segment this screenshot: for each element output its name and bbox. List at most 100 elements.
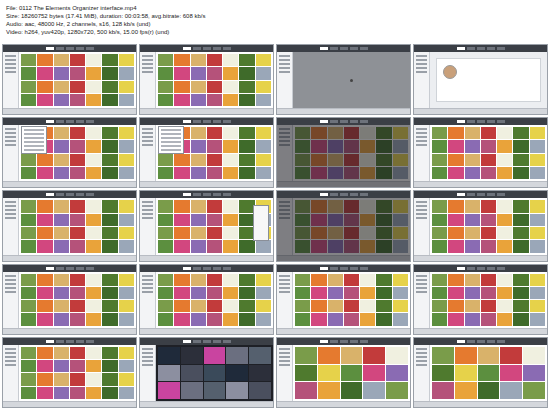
photo[interactable] bbox=[249, 365, 271, 382]
sidebar-item[interactable] bbox=[416, 144, 427, 146]
photo[interactable] bbox=[21, 54, 36, 66]
photo[interactable] bbox=[70, 300, 85, 312]
menu-item[interactable] bbox=[24, 133, 44, 135]
top-tab[interactable] bbox=[223, 120, 231, 123]
photo[interactable] bbox=[448, 154, 463, 166]
photo[interactable] bbox=[481, 287, 496, 299]
top-tab[interactable] bbox=[320, 120, 328, 123]
sidebar-item[interactable] bbox=[142, 287, 153, 289]
photo[interactable] bbox=[102, 127, 117, 139]
photo[interactable] bbox=[37, 373, 52, 385]
photo[interactable] bbox=[448, 300, 463, 312]
sidebar-item[interactable] bbox=[279, 283, 290, 285]
photo[interactable] bbox=[21, 67, 36, 79]
photo[interactable] bbox=[311, 287, 326, 299]
top-tab[interactable] bbox=[350, 267, 358, 270]
photo[interactable] bbox=[465, 154, 480, 166]
photo[interactable] bbox=[158, 67, 173, 79]
photo[interactable] bbox=[207, 227, 222, 239]
top-tab[interactable] bbox=[457, 47, 465, 50]
sidebar-item[interactable] bbox=[142, 63, 153, 65]
photo[interactable] bbox=[21, 81, 36, 93]
photo[interactable] bbox=[432, 214, 447, 226]
sidebar-item[interactable] bbox=[416, 71, 427, 73]
photo[interactable] bbox=[37, 54, 52, 66]
photo[interactable] bbox=[448, 167, 463, 179]
sidebar-item[interactable] bbox=[142, 275, 153, 277]
photo[interactable] bbox=[226, 347, 248, 364]
photo[interactable] bbox=[37, 287, 52, 299]
photo[interactable] bbox=[318, 365, 340, 382]
photo[interactable] bbox=[465, 287, 480, 299]
menu-item[interactable] bbox=[24, 137, 44, 139]
photo[interactable] bbox=[54, 154, 69, 166]
top-tab[interactable] bbox=[340, 267, 348, 270]
photo[interactable] bbox=[86, 360, 101, 372]
sidebar-item[interactable] bbox=[416, 140, 427, 142]
sidebar-item[interactable] bbox=[5, 55, 16, 57]
photo[interactable] bbox=[174, 154, 189, 166]
photo[interactable] bbox=[432, 227, 447, 239]
photo[interactable] bbox=[119, 373, 134, 385]
photo[interactable] bbox=[497, 167, 512, 179]
photo[interactable] bbox=[311, 274, 326, 286]
photo[interactable] bbox=[249, 382, 271, 399]
photo[interactable] bbox=[54, 240, 69, 252]
photo[interactable] bbox=[256, 140, 271, 152]
photo[interactable] bbox=[191, 127, 206, 139]
photo[interactable] bbox=[86, 140, 101, 152]
photo[interactable] bbox=[119, 240, 134, 252]
top-tab[interactable] bbox=[340, 120, 348, 123]
top-tab[interactable] bbox=[76, 340, 84, 343]
menu-item[interactable] bbox=[24, 129, 44, 131]
top-tab[interactable] bbox=[350, 193, 358, 196]
photo[interactable] bbox=[119, 54, 134, 66]
photo[interactable] bbox=[432, 274, 447, 286]
photo[interactable] bbox=[223, 127, 238, 139]
photo[interactable] bbox=[497, 240, 512, 252]
photo[interactable] bbox=[54, 373, 69, 385]
photo[interactable] bbox=[363, 382, 385, 399]
photo[interactable] bbox=[191, 154, 206, 166]
photo[interactable] bbox=[191, 274, 206, 286]
top-tab[interactable] bbox=[46, 340, 54, 343]
photo[interactable] bbox=[523, 382, 545, 399]
photo[interactable] bbox=[70, 287, 85, 299]
sidebar-item[interactable] bbox=[142, 205, 153, 207]
sidebar-item[interactable] bbox=[142, 71, 153, 73]
sidebar-item[interactable] bbox=[416, 287, 427, 289]
photo[interactable] bbox=[119, 200, 134, 212]
photo[interactable] bbox=[223, 67, 238, 79]
photo[interactable] bbox=[465, 214, 480, 226]
photo[interactable] bbox=[432, 127, 447, 139]
photo[interactable] bbox=[86, 347, 101, 359]
photo[interactable] bbox=[174, 167, 189, 179]
top-tab[interactable] bbox=[66, 47, 74, 50]
top-tab[interactable] bbox=[467, 193, 475, 196]
top-tab[interactable] bbox=[183, 47, 191, 50]
photo[interactable] bbox=[102, 140, 117, 152]
photo[interactable] bbox=[37, 227, 52, 239]
sidebar-item[interactable] bbox=[416, 59, 427, 61]
photo[interactable] bbox=[239, 313, 254, 325]
photo[interactable] bbox=[376, 300, 391, 312]
top-tab[interactable] bbox=[487, 193, 495, 196]
photo[interactable] bbox=[239, 240, 254, 252]
photo[interactable] bbox=[174, 240, 189, 252]
sidebar-item[interactable] bbox=[5, 132, 16, 134]
sidebar-item[interactable] bbox=[142, 128, 153, 130]
top-tab[interactable] bbox=[193, 267, 201, 270]
photo[interactable] bbox=[70, 67, 85, 79]
top-tab[interactable] bbox=[340, 193, 348, 196]
sidebar-item[interactable] bbox=[416, 352, 427, 354]
menu-item[interactable] bbox=[161, 137, 181, 139]
sidebar-item[interactable] bbox=[142, 67, 153, 69]
photo[interactable] bbox=[70, 274, 85, 286]
photo[interactable] bbox=[54, 167, 69, 179]
photo[interactable] bbox=[54, 200, 69, 212]
photo[interactable] bbox=[174, 274, 189, 286]
photo[interactable] bbox=[158, 382, 180, 399]
photo[interactable] bbox=[102, 227, 117, 239]
sidebar-item[interactable] bbox=[5, 205, 16, 207]
photo[interactable] bbox=[191, 300, 206, 312]
